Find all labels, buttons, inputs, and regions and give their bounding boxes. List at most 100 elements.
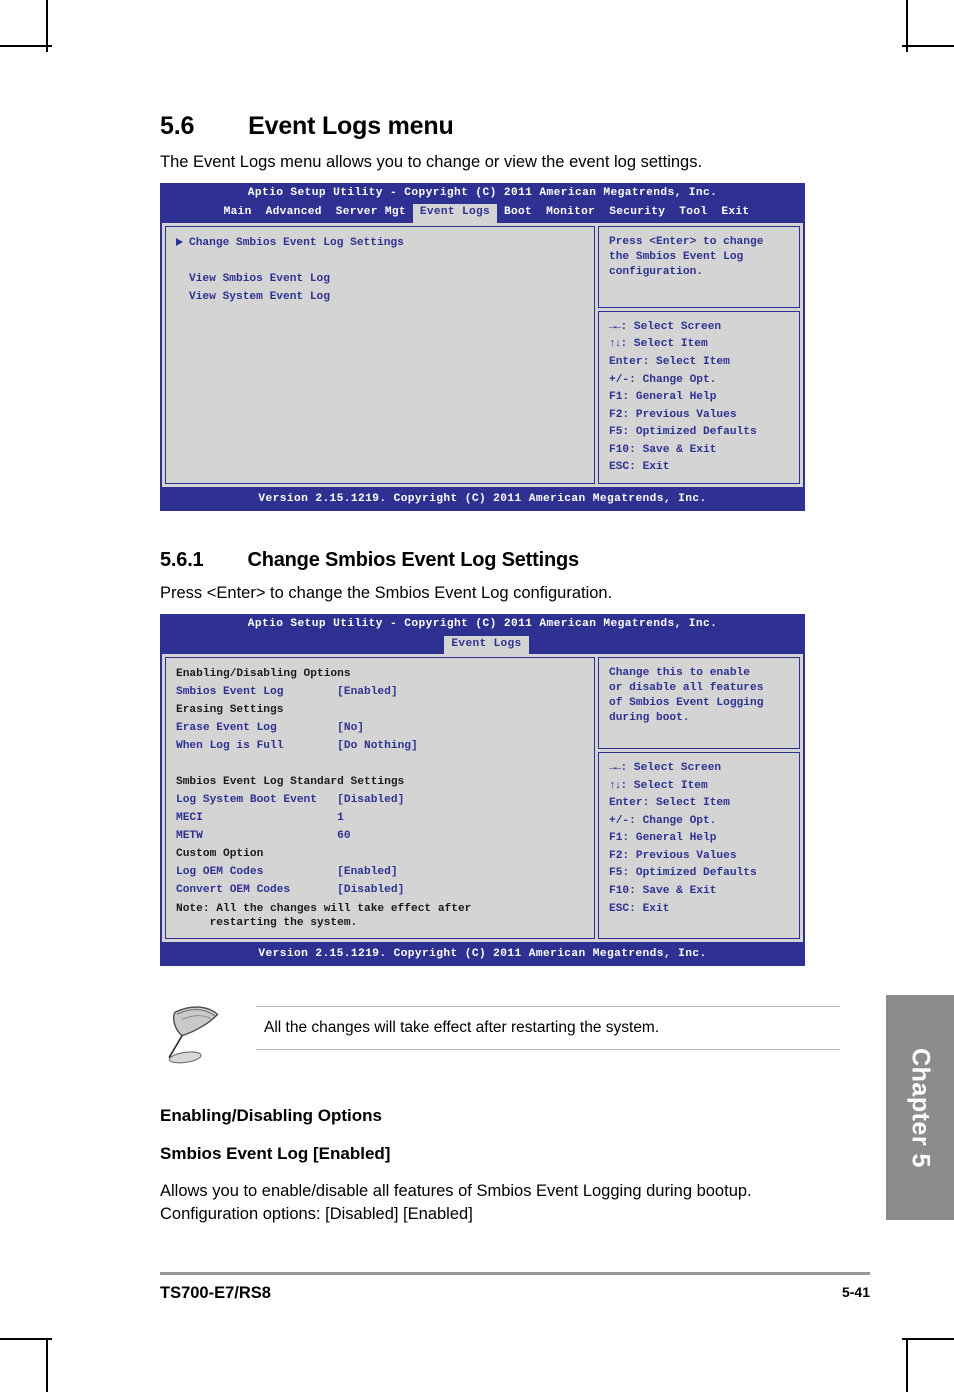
arrow-left-right-icon: →← bbox=[609, 761, 621, 774]
bios1-legend-row: ESC: Exit bbox=[609, 461, 670, 474]
bios-menu-item[interactable]: View Smbios Event Log bbox=[176, 271, 588, 289]
bios1-tab-advanced[interactable]: Advanced bbox=[259, 204, 329, 222]
bios-setting-label: When Log is Full bbox=[176, 740, 338, 753]
bios-setting-row[interactable]: Log OEM Codes [Enabled] bbox=[176, 864, 588, 882]
bios1-tab-server-mgt[interactable]: Server Mgt bbox=[329, 204, 413, 222]
bios2-legend-row: →←: Select Screen bbox=[609, 760, 793, 778]
bios-group-label: Enabling/Disabling Options bbox=[176, 668, 351, 681]
bios1-tab-exit[interactable]: Exit bbox=[714, 204, 756, 222]
bios-setting-label: Erase Event Log bbox=[176, 722, 338, 735]
bios-setting-value[interactable]: 1 bbox=[337, 812, 344, 824]
bios-setting-value[interactable]: [Disabled] bbox=[337, 794, 404, 806]
bios-header-2: Aptio Setup Utility - Copyright (C) 2011… bbox=[160, 614, 805, 654]
bios-group-label: Smbios Event Log Standard Settings bbox=[176, 776, 405, 789]
bios2-legend-row: F10: Save & Exit bbox=[609, 884, 717, 897]
page-footer: TS700-E7/RS8 5-41 bbox=[160, 1272, 870, 1303]
bios-tab-bar: Main Advanced Server Mgt Event Logs Boot Moni… bbox=[160, 204, 805, 223]
bios2-legend-row: ↑↓: Select Item bbox=[609, 777, 793, 795]
bios-setting-row[interactable]: MECI 1 bbox=[176, 810, 588, 828]
chapter-tab: Chapter 5 bbox=[886, 995, 954, 1220]
note-box: All the changes will take effect after r… bbox=[256, 1005, 840, 1050]
bios1-tab-event-logs[interactable]: Event Logs bbox=[412, 204, 498, 223]
bios-setting-label: Smbios Event Log bbox=[176, 686, 338, 699]
bios1-legend-row: F1: General Help bbox=[609, 391, 717, 404]
bios2-legend-row: F1: General Help bbox=[609, 832, 717, 845]
item-body: Allows you to enable/disable all feature… bbox=[160, 1181, 752, 1224]
bios1-legend-row: +/-: Change Opt. bbox=[609, 373, 717, 386]
arrow-left-right-icon: →← bbox=[609, 320, 621, 333]
bios2-legend-label: : Select Item bbox=[620, 779, 708, 792]
bios-setting-value[interactable]: [Disabled] bbox=[337, 884, 404, 896]
bios-submenu-item-label: Change Smbios Event Log Settings bbox=[189, 237, 404, 250]
bios-header: Aptio Setup Utility - Copyright (C) 2011… bbox=[160, 183, 805, 223]
bios-setting-row[interactable]: Erase Event Log [No] bbox=[176, 720, 588, 738]
bios-setting-value[interactable]: [Enabled] bbox=[337, 686, 397, 698]
bios-setting-row[interactable]: Smbios Event Log [Enabled] bbox=[176, 684, 588, 702]
bios-setting-label: Convert OEM Codes bbox=[176, 883, 338, 896]
bios1-tab-monitor[interactable]: Monitor bbox=[539, 204, 602, 222]
bios-key-legend-2: →←: Select Screen ↑↓: Select Item Enter: S… bbox=[598, 751, 800, 939]
bios-group-label: Erasing Settings bbox=[176, 704, 284, 717]
note-callout: All the changes will take effect after r… bbox=[160, 1000, 840, 1066]
bios1-legend-row: →←: Select Screen bbox=[609, 319, 793, 337]
section-intro: The Event Logs menu allows you to change… bbox=[160, 153, 703, 171]
bios-note-text: Note: All the changes will take effect a… bbox=[176, 902, 472, 929]
bios1-legend-label: : Select Item bbox=[620, 338, 708, 351]
bios1-tab-main[interactable]: Main bbox=[217, 204, 259, 222]
submenu-arrow-icon bbox=[176, 238, 183, 247]
bios-setting-value[interactable]: [Enabled] bbox=[337, 866, 397, 878]
bios-setting-label: METW bbox=[176, 830, 338, 842]
bios-setting-row[interactable]: When Log is Full [Do Nothing] bbox=[176, 738, 588, 756]
bios-screenshot-change-smbios-settings: Aptio Setup Utility - Copyright (C) 2011… bbox=[160, 614, 805, 966]
subsection-number: 5.6.1 bbox=[160, 549, 204, 572]
bios2-legend-row: +/-: Change Opt. bbox=[609, 814, 717, 827]
bios2-legend-row: F2: Previous Values bbox=[609, 849, 737, 862]
item-heading: Smbios Event Log [Enabled] bbox=[160, 1143, 391, 1163]
bios-help-text-2: Change this to enable or disable all fea… bbox=[598, 656, 800, 749]
bios1-tab-tool[interactable]: Tool bbox=[672, 204, 714, 222]
bios-title-2: Aptio Setup Utility - Copyright (C) 2011… bbox=[247, 618, 718, 631]
footer-model: TS700-E7/RS8 bbox=[160, 1283, 271, 1302]
bios1-legend-row: ↑↓: Select Item bbox=[609, 336, 793, 354]
bios-setting-label: Log OEM Codes bbox=[176, 865, 338, 878]
bios1-tab-security[interactable]: Security bbox=[602, 204, 672, 222]
bios-menu-item[interactable]: View System Event Log bbox=[176, 289, 588, 307]
bios1-legend-row: F2: Previous Values bbox=[609, 408, 737, 421]
bios-body: Change Smbios Event Log Settings.View Sm… bbox=[160, 222, 805, 489]
group-heading: Enabling/Disabling Options bbox=[160, 1105, 382, 1125]
bios-setting-label: MECI bbox=[176, 812, 338, 825]
note-rule-bottom bbox=[256, 1048, 840, 1050]
bios-version-footer: Version 2.15.1219. Copyright (C) 2011 Am… bbox=[160, 488, 805, 512]
bios-settings-list: Enabling/Disabling Options Smbios Event L… bbox=[165, 656, 595, 939]
crop-mark-bottom-left-h bbox=[0, 1338, 52, 1340]
bios-help-text: Press <Enter> to change the Smbios Event… bbox=[598, 225, 800, 308]
bios-setting-label: Log System Boot Event bbox=[176, 794, 338, 807]
bios2-tab-event-logs[interactable]: Event Logs bbox=[444, 635, 529, 654]
bios2-legend-row: ESC: Exit bbox=[609, 902, 670, 915]
crop-mark-top-right-h bbox=[902, 45, 954, 47]
bios1-tab-boot[interactable]: Boot bbox=[497, 204, 539, 222]
bios-setting-row[interactable]: Convert OEM Codes [Disabled] bbox=[176, 882, 588, 900]
footer-page-number: 5-41 bbox=[841, 1283, 870, 1300]
note-text: All the changes will take effect after r… bbox=[264, 1018, 660, 1036]
section-title: Event Logs menu bbox=[248, 112, 454, 140]
section-heading: 5.6 Event Logs menu bbox=[160, 112, 840, 141]
crop-mark-top-left-h bbox=[0, 45, 52, 47]
bios-submenu-item[interactable]: Change Smbios Event Log Settings bbox=[176, 235, 588, 253]
bios-setting-value[interactable]: [No] bbox=[337, 722, 364, 734]
bios-setting-value[interactable]: [Do Nothing] bbox=[337, 740, 418, 752]
bios1-legend-label: : Select Screen bbox=[620, 320, 722, 333]
bios-title: Aptio Setup Utility - Copyright (C) 2011… bbox=[247, 187, 718, 200]
bios-setting-value[interactable]: 60 bbox=[337, 830, 350, 842]
bios-side-panel-2: Change this to enable or disable all fea… bbox=[598, 656, 800, 939]
manual-page: 5.6 Event Logs menu The Event Logs menu … bbox=[0, 0, 954, 1392]
bios1-legend-row: F10: Save & Exit bbox=[609, 443, 717, 456]
bios-setting-row[interactable]: Log System Boot Event [Disabled] bbox=[176, 792, 588, 810]
bios-screenshot-event-logs-menu: Aptio Setup Utility - Copyright (C) 2011… bbox=[160, 183, 805, 512]
bios-body-2: Enabling/Disabling Options Smbios Event L… bbox=[160, 653, 805, 944]
bios-setting-row[interactable]: METW 60 bbox=[176, 828, 588, 846]
bios-version-footer-2: Version 2.15.1219. Copyright (C) 2011 Am… bbox=[160, 943, 805, 966]
subsection-title: Change Smbios Event Log Settings bbox=[247, 549, 579, 572]
chapter-tab-label: Chapter 5 bbox=[906, 1047, 935, 1168]
page-content: 5.6 Event Logs menu The Event Logs menu … bbox=[160, 112, 840, 1227]
